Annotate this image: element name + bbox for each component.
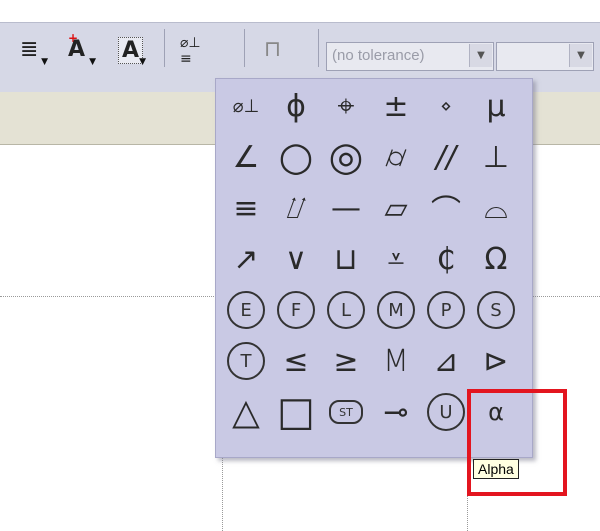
symbol-concentricity-cell[interactable]: ◎ [321,132,371,182]
text-frame-button[interactable]: A ▼ [112,31,148,71]
text-justify-button[interactable]: ≣ ▼ [14,31,50,71]
symbol-slope-cell[interactable]: ⊿ [421,336,471,386]
symbol-ohm-cell[interactable]: Ω [471,234,521,284]
symbol-circled-f-cell[interactable]: F [271,285,321,335]
symbol-between-cell[interactable]: ⊸ [371,387,421,437]
symbol-counterbore-cell[interactable]: ⊔ [321,234,371,284]
tolerance-value: (no tolerance) [332,47,425,64]
circled-letter: M [377,291,415,329]
symbol-angularity-cell[interactable]: ∠ [221,132,271,182]
symbol-statistical-cell[interactable]: ST [321,387,371,437]
symbol-circled-e-cell[interactable]: E [221,285,271,335]
title-area [0,0,600,22]
symbol-diamond-cell[interactable]: ⋄ [421,81,471,131]
symbol-position-cell[interactable]: ⌖ [321,81,371,131]
justify-icon: ≣ [20,37,39,62]
symbol-micro-cell[interactable]: μ [471,81,521,131]
dropdown-arrow-icon: ▼ [139,57,146,67]
symbol-profile-surface-cell[interactable]: ⌓ [471,183,521,233]
symbol-greater-equal-cell[interactable]: ≥ [321,336,371,386]
symbol-symmetry-cell[interactable]: ≡ [221,183,271,233]
symbol-circled-u-cell[interactable]: U [421,387,471,437]
symbol-circled-t-cell[interactable]: T [221,336,271,386]
dropdown-arrow-icon: ▼ [89,57,96,67]
symbol-depth-cell[interactable]: ⩡ [371,234,421,284]
chevron-down-icon[interactable]: ▼ [469,44,492,67]
symbol-triangle-cell[interactable]: △ [221,387,271,437]
toolbar-separator [164,29,165,67]
symbol-runout-cell[interactable]: ↗ [221,234,271,284]
symbol-countersink-cell[interactable]: ∨ [271,234,321,284]
symbol-parallelism-cell[interactable]: // [421,132,471,182]
circled-letter: F [277,291,315,329]
dropdown-arrow-icon: ▼ [41,57,48,67]
toolbar-separator [244,29,245,67]
symbol-flatness-cell[interactable]: ▱ [371,183,421,233]
gdt-symbol-icon: ⌀⊥ ≡ [180,35,201,67]
circled-letter: E [227,291,265,329]
text-a-icon: A [68,37,86,62]
circled-letter: T [227,342,265,380]
circled-letter: U [427,393,465,431]
datum-button[interactable]: ⊓ [258,31,294,71]
symbol-circled-s-cell[interactable]: S [471,285,521,335]
datum-icon: ⊓ [264,37,282,62]
toolbar-separator [318,29,319,67]
symbol-circularity-cell[interactable]: ○ [271,132,321,182]
symbol-conical-taper-cell[interactable]: ⊳ [471,336,521,386]
chevron-down-icon[interactable]: ▼ [569,44,592,67]
symbol-perpendicularity-cell[interactable]: ⊥ [471,132,521,182]
symbol-centerline-cell[interactable]: ₵ [421,234,471,284]
symbol-circled-l-cell[interactable]: L [321,285,371,335]
circled-letter: S [477,291,515,329]
alpha-tooltip: Alpha [473,459,519,479]
circled-letter: P [427,291,465,329]
gdt-symbol-button[interactable]: ⌀⊥ ≡ [174,31,210,71]
symbol-total-runout-cell[interactable]: ⌰ [271,183,321,233]
tolerance-combo[interactable]: (no tolerance) ▼ [326,42,494,71]
symbol-tolerance-cell[interactable]: ⌀⊥ [221,81,271,131]
symbol-plus-minus-cell[interactable]: ± [371,81,421,131]
secondary-combo[interactable]: ▼ [496,42,594,71]
text-insert-button[interactable]: + A ▼ [62,31,98,71]
symbol-less-equal-cell[interactable]: ≤ [271,336,321,386]
symbol-cylindricity-cell[interactable]: ⌭ [371,132,421,182]
symbol-profile-line-cell[interactable]: ⌒ [421,183,471,233]
alpha-highlight-box [467,389,567,496]
circled-letter: L [327,291,365,329]
statistical-tolerance-symbol: ST [329,400,363,424]
symbol-straightness-cell[interactable]: — [321,183,371,233]
symbol-circled-m-cell[interactable]: M [371,285,421,335]
symbol-diameter-cell[interactable]: ϕ [271,81,321,131]
symbol-m-cell[interactable]: M [371,336,421,386]
symbol-square-cell[interactable]: □ [271,387,321,437]
symbol-circled-p-cell[interactable]: P [421,285,471,335]
